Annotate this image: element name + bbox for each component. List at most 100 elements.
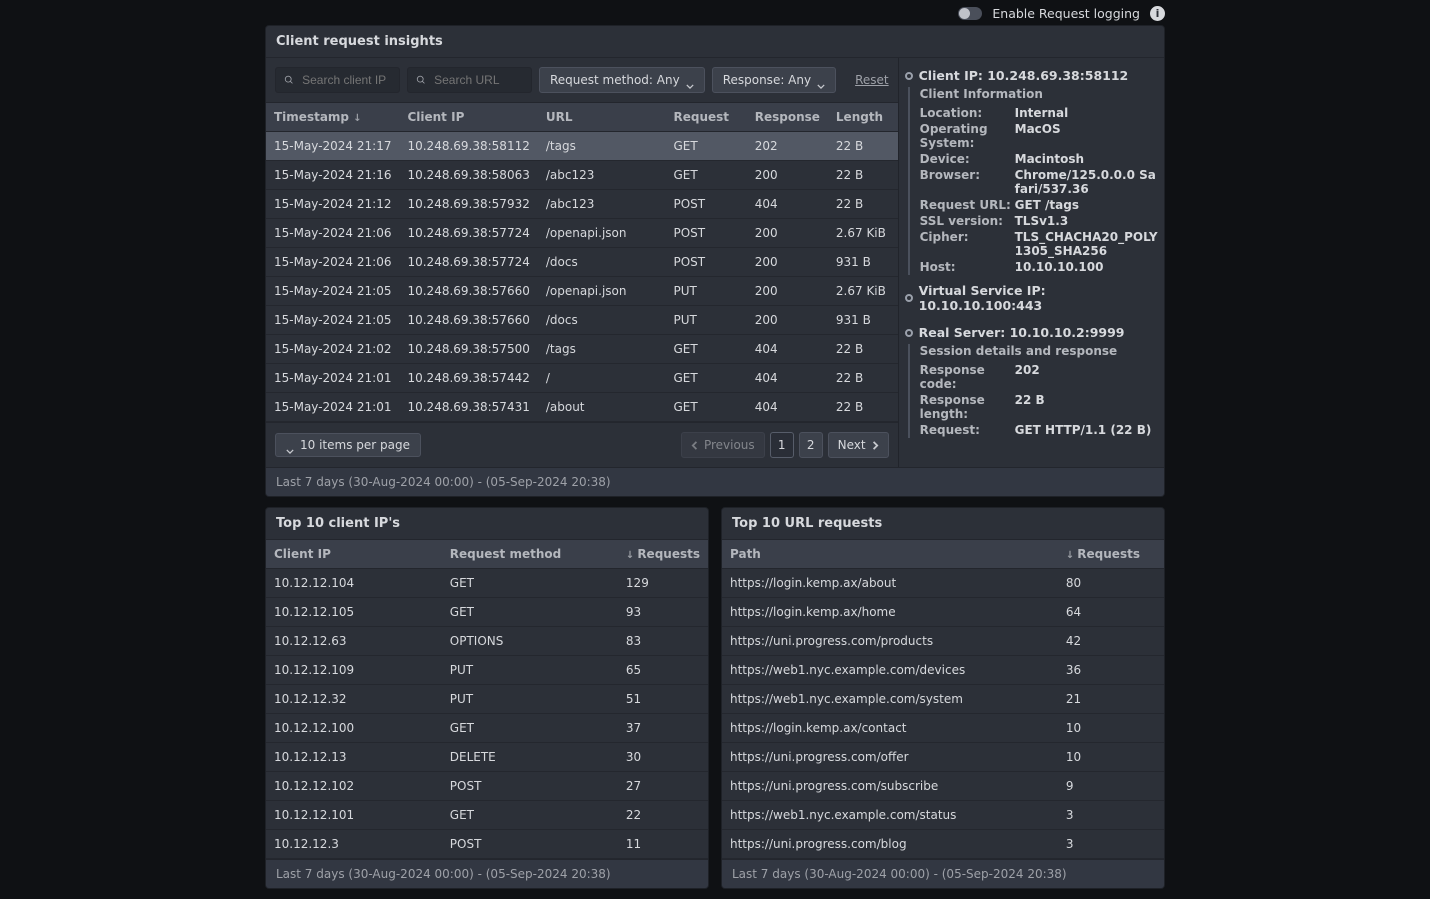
col-response[interactable]: Response [747,103,828,132]
cell-request: POST [665,248,746,277]
col-url[interactable]: URL [538,103,666,132]
table-row[interactable]: 15-May-2024 21:0510.248.69.38:57660/docs… [266,306,898,335]
col-length[interactable]: Length [828,103,898,132]
page-number-2[interactable]: 2 [799,432,823,458]
table-row[interactable]: 10.12.12.102POST27 [266,772,708,801]
cell-request: GET [665,393,746,422]
table-row[interactable]: 10.12.12.109PUT65 [266,656,708,685]
cell-client_ip: 10.248.69.38:57431 [399,393,537,422]
table-row[interactable]: 15-May-2024 21:1610.248.69.38:58063/abc1… [266,161,898,190]
next-page-button[interactable]: Next [828,432,889,458]
enable-logging-toggle[interactable] [958,7,982,20]
cell-client_ip: 10.248.69.38:58063 [399,161,537,190]
chevron-right-icon [870,441,879,450]
kv-key: Device: [920,152,1015,166]
kv-value: MacOS [1015,122,1160,150]
cell-ip: 10.12.12.32 [266,685,442,714]
table-row[interactable]: 15-May-2024 21:0610.248.69.38:57724/open… [266,219,898,248]
reset-filters-link[interactable]: Reset [855,73,889,87]
table-row[interactable]: 15-May-2024 21:0110.248.69.38:57442/GET4… [266,364,898,393]
table-row[interactable]: https://login.kemp.ax/contact10 [722,714,1164,743]
prev-page-button[interactable]: Previous [681,432,765,458]
chevron-down-icon [286,443,294,448]
cell-ip: 10.12.12.100 [266,714,442,743]
table-row[interactable]: https://uni.progress.com/products42 [722,627,1164,656]
cell-path: https://uni.progress.com/products [722,627,1058,656]
col-client-ip[interactable]: Client IP [399,103,537,132]
cell-response: 404 [747,190,828,219]
table-row[interactable]: https://uni.progress.com/offer10 [722,743,1164,772]
page-number-1[interactable]: 1 [770,432,794,458]
info-icon[interactable]: i [1150,6,1165,21]
response-filter[interactable]: Response: Any [712,67,836,93]
table-row[interactable]: https://web1.nyc.example.com/devices36 [722,656,1164,685]
cell-request: GET [665,335,746,364]
table-row[interactable]: 15-May-2024 21:0110.248.69.38:57431/abou… [266,393,898,422]
insights-title: Client request insights [266,26,1164,58]
cell-method: GET [442,569,618,598]
cell-path: https://web1.nyc.example.com/status [722,801,1058,830]
cell-ip: 10.12.12.105 [266,598,442,627]
top-url-requests-table: Path ↓Requests https://login.kemp.ax/abo… [722,540,1164,859]
table-row[interactable]: https://web1.nyc.example.com/status3 [722,801,1164,830]
table-row[interactable]: 10.12.12.32PUT51 [266,685,708,714]
cell-timestamp: 15-May-2024 21:05 [266,277,399,306]
col-request-method[interactable]: Request method [442,540,618,569]
chevron-left-icon [691,441,700,450]
col-requests[interactable]: ↓Requests [618,540,708,569]
cell-requests: 93 [618,598,708,627]
items-per-page-selector[interactable]: 10 items per page [275,433,421,457]
cell-request: PUT [665,306,746,335]
table-row[interactable]: 15-May-2024 21:0510.248.69.38:57660/open… [266,277,898,306]
cell-requests: 11 [618,830,708,859]
col-request[interactable]: Request [665,103,746,132]
col-timestamp[interactable]: Timestamp ↓ [266,103,399,132]
cell-requests: 129 [618,569,708,598]
table-row[interactable]: 15-May-2024 21:0210.248.69.38:57500/tags… [266,335,898,364]
cell-method: DELETE [442,743,618,772]
kv-value: 10.10.10.100 [1015,260,1160,274]
col-path[interactable]: Path [722,540,1058,569]
col-requests[interactable]: ↓Requests [1058,540,1164,569]
col-client-ip[interactable]: Client IP [266,540,442,569]
kv-value: TLS_CHACHA20_POLY1305_SHA256 [1015,230,1160,258]
table-row[interactable]: 15-May-2024 21:1710.248.69.38:58112/tags… [266,132,898,161]
cell-url: /docs [538,248,666,277]
kv-key: Operating System: [920,122,1015,150]
topbar: Enable Request logging i [265,2,1165,25]
cell-length: 22 B [828,190,898,219]
table-row[interactable]: 15-May-2024 21:1210.248.69.38:57932/abc1… [266,190,898,219]
search-client-ip-input[interactable] [300,72,391,88]
search-icon [416,74,426,86]
bullet-icon [905,329,913,337]
cell-requests: 10 [1058,714,1164,743]
table-row[interactable]: https://login.kemp.ax/home64 [722,598,1164,627]
table-row[interactable]: https://login.kemp.ax/about80 [722,569,1164,598]
cell-request: POST [665,190,746,219]
cell-requests: 51 [618,685,708,714]
table-row[interactable]: 10.12.12.104GET129 [266,569,708,598]
search-url-wrapper[interactable] [407,67,532,93]
cell-timestamp: 15-May-2024 21:01 [266,393,399,422]
cell-timestamp: 15-May-2024 21:01 [266,364,399,393]
search-client-ip-wrapper[interactable] [275,67,400,93]
table-row[interactable]: 10.12.12.101GET22 [266,801,708,830]
table-row[interactable]: 10.12.12.100GET37 [266,714,708,743]
cell-client_ip: 10.248.69.38:57724 [399,248,537,277]
kv-key: Response code: [920,363,1015,391]
search-url-input[interactable] [432,72,523,88]
table-row[interactable]: 10.12.12.13DELETE30 [266,743,708,772]
table-row[interactable]: 15-May-2024 21:0610.248.69.38:57724/docs… [266,248,898,277]
cell-length: 22 B [828,132,898,161]
table-row[interactable]: https://uni.progress.com/blog3 [722,830,1164,859]
table-row[interactable]: https://uni.progress.com/subscribe9 [722,772,1164,801]
request-method-filter[interactable]: Request method: Any [539,67,705,93]
cell-requests: 36 [1058,656,1164,685]
cell-requests: 21 [1058,685,1164,714]
top-client-ips-footer: Last 7 days (30-Aug-2024 00:00) - (05-Se… [266,859,708,888]
table-row[interactable]: 10.12.12.105GET93 [266,598,708,627]
table-row[interactable]: 10.12.12.63OPTIONS83 [266,627,708,656]
cell-timestamp: 15-May-2024 21:06 [266,219,399,248]
table-row[interactable]: 10.12.12.3POST11 [266,830,708,859]
table-row[interactable]: https://web1.nyc.example.com/system21 [722,685,1164,714]
